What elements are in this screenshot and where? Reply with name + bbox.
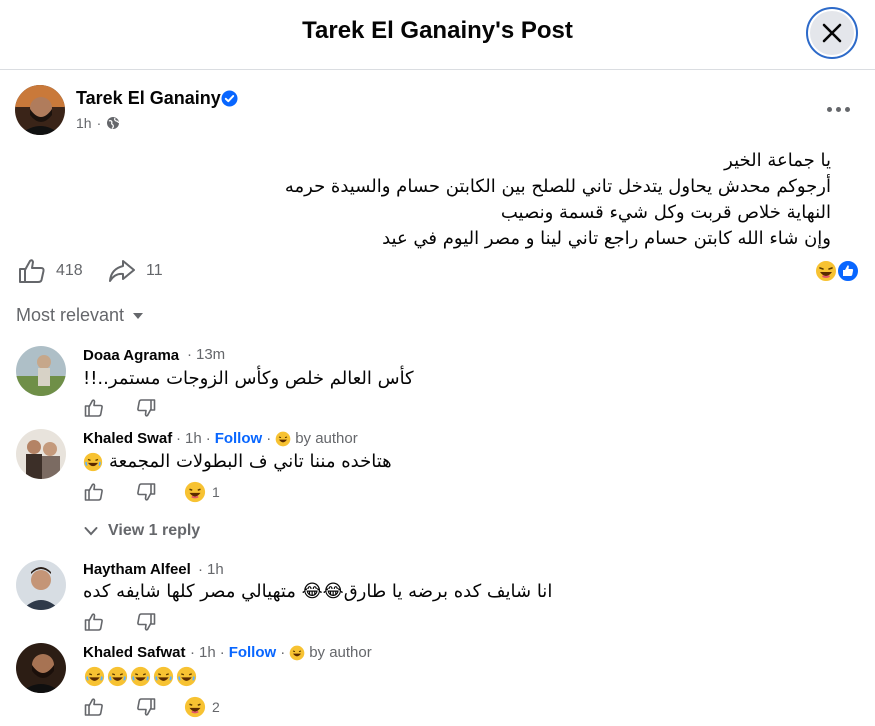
comment-text-row: هتاخده مننا تاني ف البطولات المجمعة	[83, 451, 392, 472]
post-author-name[interactable]: Tarek El Ganainy	[76, 88, 221, 109]
comment-emoji-row	[84, 666, 197, 687]
laughing-emoji-icon	[84, 666, 105, 687]
comment-reactions[interactable]: 2	[184, 696, 220, 718]
comment-meta: · 1h	[198, 561, 224, 578]
post-line: وإن شاء الله كابتن حسام راجع تاني لينا و…	[382, 228, 831, 249]
laughing-emoji-icon	[107, 666, 128, 687]
reacted-by-author: by author	[295, 430, 358, 447]
haha-reaction-icon	[275, 431, 291, 446]
comment-time[interactable]: 1h	[199, 644, 216, 661]
laughing-emoji-icon	[153, 666, 174, 687]
close-button[interactable]	[806, 7, 858, 59]
post-share-action[interactable]: 11	[108, 258, 163, 284]
comment-text: انا شايف كده برضه يا طارق😂😂 متهيالي مصر …	[83, 581, 553, 602]
comment-time[interactable]: 1h	[207, 561, 224, 578]
thumbs-down-icon[interactable]	[136, 482, 156, 502]
comment-avatar[interactable]	[16, 429, 66, 479]
comment-actions	[84, 612, 156, 632]
comment-avatar[interactable]	[16, 643, 66, 693]
comment-author[interactable]: Khaled Safwat	[83, 644, 186, 661]
thumbs-up-icon[interactable]	[84, 612, 104, 632]
laughing-emoji-icon	[83, 452, 103, 471]
follow-button[interactable]: Follow	[229, 644, 277, 661]
post-line: النهاية خلاص قربت وكل شيء قسمة ونصيب	[500, 202, 831, 223]
thumbs-up-icon[interactable]	[84, 482, 104, 502]
chevron-down-icon	[84, 527, 98, 536]
comment-time[interactable]: 1h	[185, 430, 202, 447]
post-time[interactable]: 1h	[76, 115, 92, 131]
globe-icon	[107, 117, 120, 129]
post-author-avatar[interactable]	[15, 85, 65, 135]
sort-label: Most relevant	[16, 305, 125, 325]
thumbs-up-icon	[19, 259, 45, 283]
comment-meta: · 13m	[187, 346, 226, 363]
laughing-emoji-icon	[130, 666, 151, 687]
comment-reactions[interactable]: 1	[184, 481, 220, 503]
follow-button[interactable]: Follow	[215, 430, 263, 447]
post-body: يا جماعة الخير أرجوكم محدش يحاول يتدخل ت…	[31, 148, 831, 252]
comment-actions	[84, 398, 156, 418]
post-more-options-button[interactable]	[820, 94, 856, 124]
comment-author[interactable]: Haytham Alfeel	[83, 561, 191, 578]
haha-reaction-icon	[814, 259, 838, 283]
comment-time[interactable]: 13m	[196, 346, 225, 363]
view-reply-label: View 1 reply	[108, 522, 201, 539]
dialog-title: Tarek El Ganainy's Post	[302, 17, 573, 44]
reacted-by-author: by author	[309, 644, 372, 661]
comment-actions	[84, 482, 156, 502]
haha-reaction-icon	[184, 696, 206, 718]
close-icon	[822, 23, 842, 43]
likes-count: 418	[56, 262, 83, 279]
verified-badge-icon	[221, 90, 238, 107]
thumbs-down-icon[interactable]	[136, 612, 156, 632]
comment-author[interactable]: Doaa Agrama	[83, 347, 179, 364]
comment-text: هتاخده مننا تاني ف البطولات المجمعة	[109, 451, 392, 472]
post-line: يا جماعة الخير	[724, 150, 831, 171]
like-reaction-icon	[836, 259, 860, 283]
haha-reaction-icon	[184, 481, 206, 503]
post-reaction-icons[interactable]	[814, 259, 860, 283]
view-replies-button[interactable]: View 1 reply	[84, 522, 200, 540]
laughing-emoji-icon	[176, 666, 197, 687]
comment-sort-dropdown[interactable]: Most relevant	[16, 305, 144, 326]
thumbs-up-icon[interactable]	[84, 398, 104, 418]
post-dialog-header: Tarek El Ganainy's Post	[0, 0, 875, 70]
comment-avatar[interactable]	[16, 560, 66, 610]
post-like-action[interactable]: 418	[18, 258, 83, 284]
reaction-count: 2	[212, 699, 220, 715]
thumbs-down-icon[interactable]	[136, 398, 156, 418]
thumbs-up-icon[interactable]	[84, 697, 104, 717]
comment-actions	[84, 697, 156, 717]
caret-down-icon	[133, 312, 144, 319]
haha-reaction-icon	[289, 645, 305, 660]
shares-count: 11	[146, 262, 163, 279]
reaction-count: 1	[212, 484, 220, 500]
post-meta: 1h ·	[76, 115, 120, 131]
post-line: أرجوكم محدش يحاول يتدخل تاني للصلح بين ا…	[284, 176, 831, 197]
more-dots-icon	[826, 106, 832, 112]
comment-author[interactable]: Khaled Swaf	[83, 430, 172, 447]
comment-avatar[interactable]	[16, 346, 66, 396]
comment-meta: · 1h · Follow · by author	[176, 430, 358, 447]
comment-text: كأس العالم خلص وكأس الزوجات مستمر..!!	[83, 368, 414, 389]
thumbs-down-icon[interactable]	[136, 697, 156, 717]
share-arrow-icon	[109, 260, 135, 282]
comment-meta: · 1h · Follow · by author	[190, 644, 372, 661]
